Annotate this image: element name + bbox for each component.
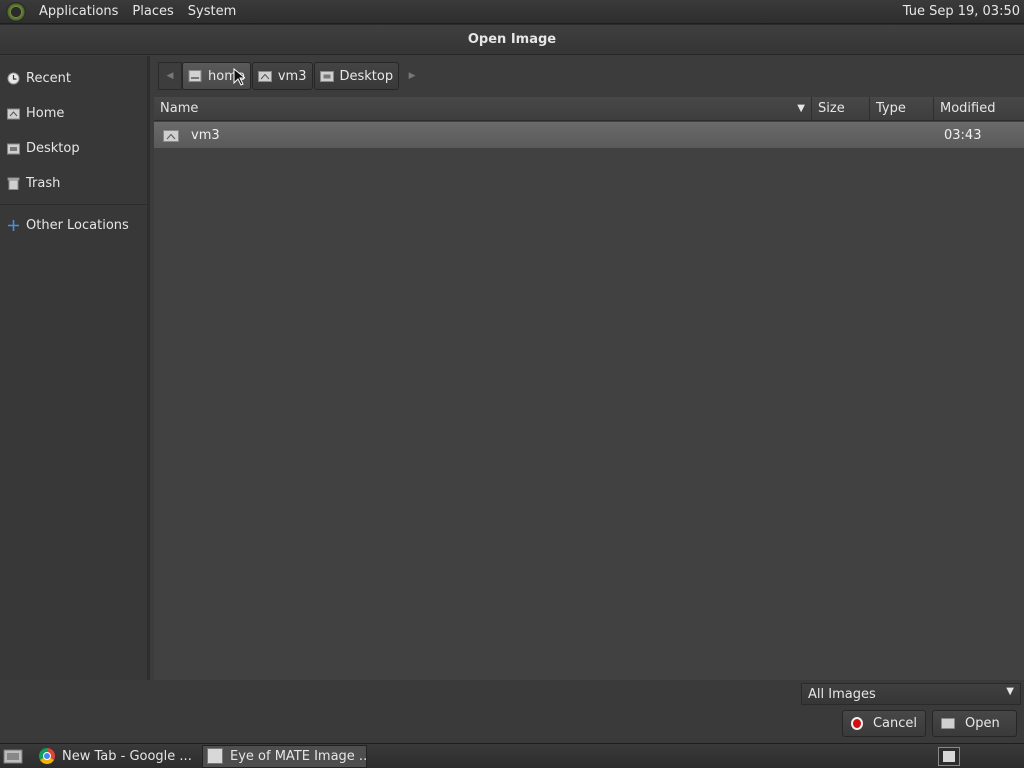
- home-icon: [7, 107, 20, 120]
- column-label: Type: [876, 101, 906, 116]
- sidebar-item-other-locations[interactable]: Other Locations: [0, 208, 147, 243]
- sidebar-item-label: Home: [26, 106, 65, 121]
- bottom-taskbar: New Tab - Google ... Eye of MATE Image .…: [0, 743, 1024, 768]
- file-name: vm3: [191, 127, 220, 143]
- desktop-folder-icon: [7, 142, 20, 155]
- path-bar: ◀ home vm3 Desktop ▶: [158, 61, 424, 91]
- sidebar-item-label: Desktop: [26, 141, 80, 156]
- path-forward-button[interactable]: ▶: [400, 62, 424, 90]
- sidebar-item-desktop[interactable]: Desktop: [0, 131, 147, 166]
- open-image-dialog: Open Image Recent Home Desktop Trash Oth…: [0, 25, 1024, 743]
- chrome-icon: [39, 748, 55, 764]
- places-sidebar: Recent Home Desktop Trash Other Location…: [0, 56, 150, 680]
- sidebar-item-label: Trash: [26, 176, 61, 191]
- cancel-label: Cancel: [872, 716, 917, 731]
- top-panel: Applications Places System Tue Sep 19, 0…: [0, 0, 1024, 24]
- mate-logo-icon[interactable]: [6, 1, 26, 22]
- menu-places[interactable]: Places: [125, 0, 180, 24]
- home-folder-icon: [163, 129, 179, 142]
- menu-system[interactable]: System: [181, 0, 243, 24]
- crumb-desktop[interactable]: Desktop: [313, 62, 400, 90]
- cancel-icon: [851, 717, 863, 730]
- trash-icon: [7, 177, 20, 190]
- open-button[interactable]: Open: [932, 710, 1017, 737]
- dialog-footer: All Images ▼ Cancel Open: [0, 680, 1024, 743]
- sort-descending-icon: ▼: [797, 103, 805, 114]
- show-desktop-icon[interactable]: [2, 747, 24, 765]
- sidebar-item-label: Other Locations: [26, 218, 129, 233]
- file-list-header: Name ▼ Size Type Modified: [154, 97, 1024, 121]
- file-modified: 03:43: [944, 127, 982, 143]
- dialog-title: Open Image: [0, 25, 1024, 55]
- sidebar-item-trash[interactable]: Trash: [0, 166, 147, 201]
- crumb-label: Desktop: [339, 68, 394, 84]
- menu-applications[interactable]: Applications: [32, 0, 125, 24]
- file-list: Name ▼ Size Type Modified vm3 03:43: [154, 97, 1024, 680]
- path-back-button[interactable]: ◀: [158, 62, 182, 90]
- column-name-header[interactable]: Name ▼: [154, 97, 812, 120]
- file-name-cell: vm3: [154, 128, 810, 143]
- file-row[interactable]: vm3 03:43: [154, 122, 1024, 148]
- desktop-folder-icon: [319, 70, 334, 82]
- sidebar-divider: [0, 204, 147, 205]
- open-label: Open: [965, 716, 1000, 731]
- column-size-header[interactable]: Size: [812, 97, 870, 120]
- task-label: Eye of MATE Image ...: [230, 748, 367, 764]
- filter-value: All Images: [808, 686, 876, 702]
- column-label: Size: [818, 101, 845, 116]
- image-viewer-icon: [207, 748, 223, 764]
- cancel-button[interactable]: Cancel: [842, 710, 926, 737]
- recent-icon: [7, 72, 20, 85]
- workspace-switcher-icon[interactable]: [938, 747, 960, 766]
- home-icon: [257, 70, 272, 82]
- folder-open-icon: [941, 718, 955, 729]
- column-label: Name: [160, 101, 199, 116]
- task-eye-of-mate[interactable]: Eye of MATE Image ...: [202, 744, 367, 768]
- crumb-vm3[interactable]: vm3: [251, 62, 313, 90]
- file-type-filter[interactable]: All Images ▼: [801, 683, 1021, 705]
- clock[interactable]: Tue Sep 19, 03:50: [903, 0, 1020, 24]
- sidebar-item-label: Recent: [26, 71, 71, 86]
- column-modified-header[interactable]: Modified: [934, 97, 1024, 120]
- sidebar-item-home[interactable]: Home: [0, 96, 147, 131]
- task-chrome-new-tab[interactable]: New Tab - Google ...: [34, 745, 199, 768]
- column-label: Modified: [940, 101, 996, 116]
- drive-icon: [188, 70, 202, 82]
- column-type-header[interactable]: Type: [870, 97, 934, 120]
- chevron-down-icon: ▼: [1006, 686, 1014, 697]
- plus-icon: [7, 219, 20, 232]
- crumb-label: vm3: [277, 68, 307, 84]
- sidebar-item-recent[interactable]: Recent: [0, 61, 147, 96]
- mouse-pointer-icon: [233, 68, 245, 86]
- task-label: New Tab - Google ...: [62, 748, 192, 764]
